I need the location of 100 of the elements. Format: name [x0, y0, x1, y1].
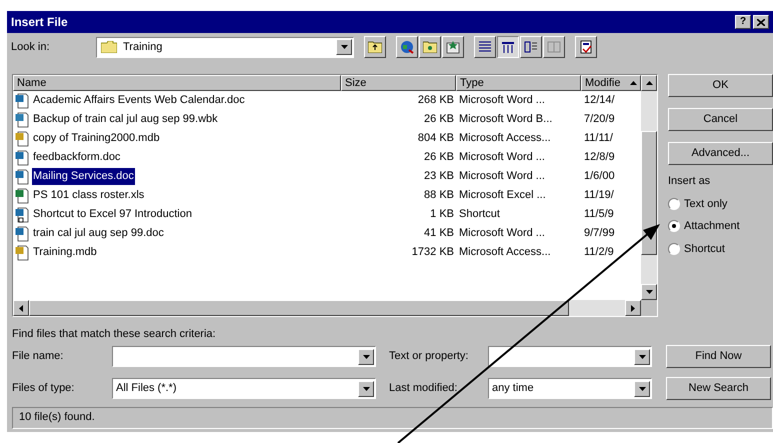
document-file-icon	[15, 92, 29, 108]
radio-button[interactable]	[668, 198, 680, 210]
favorites-folder-icon[interactable]	[442, 36, 464, 58]
close-button[interactable]	[753, 15, 769, 29]
file-name[interactable]: copy of Training2000.mdb	[32, 130, 161, 147]
group-label: Insert as	[668, 174, 712, 189]
caret-up-icon	[646, 81, 652, 85]
file-name[interactable]: Backup of train cal jul aug sep 99.wbk	[32, 111, 219, 128]
caret-down-icon	[638, 386, 646, 390]
properties-view-icon[interactable]	[520, 36, 542, 58]
file-size: 26 KB	[423, 150, 455, 166]
list-view-icon[interactable]	[474, 36, 496, 58]
radio-button[interactable]	[668, 242, 680, 255]
file-name[interactable]: train cal jul aug sep 99.doc	[32, 225, 165, 242]
caret-down-icon	[362, 386, 370, 390]
file-name[interactable]: Academic Affairs Events Web Calendar.doc	[32, 92, 246, 109]
close-icon	[757, 18, 765, 26]
file-type: Microsoft Access...	[458, 131, 552, 146]
file-name[interactable]: Mailing Services.doc	[32, 168, 135, 185]
caret-left-icon	[19, 304, 23, 312]
dropdown-arrow-button[interactable]	[634, 348, 650, 364]
caret-right-icon	[631, 304, 635, 312]
look-in-value: Training	[123, 40, 162, 55]
file-name-label: File name:	[12, 349, 64, 364]
text-or-property-label: Text or property:	[388, 349, 470, 364]
radio-button[interactable]	[668, 220, 680, 232]
search-criteria-heading: Find files that match these search criteria:	[12, 327, 217, 342]
file-type: Shortcut	[458, 207, 501, 222]
file-modified: 11/2/9	[583, 245, 615, 260]
dropdown-arrow-button[interactable]	[358, 380, 374, 396]
file-name-field[interactable]	[112, 346, 376, 367]
file-modified: 7/20/9	[583, 112, 616, 128]
file-type: Microsoft Word ...	[458, 93, 546, 108]
file-size: 41 KB	[423, 226, 455, 242]
dialog-button[interactable]: OK	[668, 74, 773, 97]
find-now-button[interactable]: Find Now	[666, 345, 771, 368]
window-title: Insert File	[11, 14, 68, 31]
sort-up-icon	[630, 81, 637, 85]
document-file-icon	[15, 150, 29, 166]
vertical-scrollbar[interactable]	[641, 75, 657, 300]
document-file-icon	[15, 206, 29, 222]
file-size: 88 KB	[423, 188, 455, 204]
files-of-type-dropdown[interactable]: All Files (*.*)	[112, 378, 376, 399]
caret-down-icon	[340, 45, 348, 49]
file-size: 26 KB	[423, 112, 455, 128]
caret-down-icon	[646, 290, 652, 294]
dialog-button[interactable]: Cancel	[668, 108, 773, 131]
file-modified: 9/7/99	[583, 226, 616, 242]
new-folder-icon[interactable]	[419, 36, 441, 58]
file-name[interactable]: feedbackform.doc	[32, 149, 122, 166]
column-header[interactable]: Size	[341, 75, 456, 91]
file-size: 1 KB	[429, 207, 455, 222]
file-type: Microsoft Word B...	[458, 112, 554, 128]
help-button[interactable]: ?	[735, 15, 751, 29]
dropdown-arrow-button[interactable]	[358, 348, 374, 364]
scroll-up-button[interactable]	[641, 75, 657, 91]
preview-view-icon[interactable]	[543, 36, 565, 58]
look-in-label: Look in:	[11, 40, 51, 55]
caret-down-icon	[638, 354, 646, 358]
last-modified-dropdown[interactable]: any time	[488, 378, 652, 399]
details-view-icon[interactable]	[497, 36, 519, 58]
file-name[interactable]: Shortcut to Excel 97 Introduction	[32, 206, 193, 223]
look-in-dropdown[interactable]: Training	[96, 36, 354, 58]
file-modified: 12/8/9	[583, 150, 616, 166]
text-or-property-field[interactable]	[488, 346, 652, 367]
file-size: 268 KB	[416, 93, 455, 108]
folder-up-icon[interactable]	[364, 36, 386, 58]
file-modified: 11/11/	[583, 131, 614, 146]
file-name[interactable]: PS 101 class roster.xls	[32, 187, 146, 204]
file-modified: 11/19/	[583, 188, 615, 204]
file-type: Microsoft Access...	[458, 245, 552, 260]
file-type: Microsoft Excel ...	[458, 188, 547, 204]
radio-option[interactable]: Attachment	[668, 218, 773, 234]
last-modified-label: Last modified:	[388, 381, 458, 396]
document-file-icon	[15, 112, 29, 128]
file-size: 23 KB	[423, 169, 455, 184]
new-search-button[interactable]: New Search	[666, 377, 771, 400]
column-header[interactable]: Type	[456, 75, 581, 91]
document-file-icon	[15, 226, 29, 242]
tools-icon[interactable]	[575, 36, 597, 58]
dialog-button[interactable]: Advanced...	[668, 142, 773, 165]
dropdown-arrow-button[interactable]	[634, 380, 650, 396]
column-header[interactable]: Modifie	[581, 75, 641, 91]
caret-down-icon	[362, 354, 370, 358]
column-header[interactable]: Name	[13, 75, 341, 91]
file-modified: 1/6/00	[583, 169, 616, 184]
file-modified: 12/14/	[583, 93, 616, 108]
file-modified: 11/5/9	[583, 207, 615, 222]
globe-icon[interactable]	[396, 36, 418, 58]
file-name[interactable]: Training.mdb	[32, 244, 98, 261]
horizontal-scrollbar[interactable]	[13, 300, 657, 316]
radio-option[interactable]: Shortcut	[668, 240, 773, 257]
dropdown-arrow-button[interactable]	[336, 39, 352, 55]
status-text: 10 file(s) found.	[19, 410, 95, 426]
folder-icon	[101, 41, 117, 53]
radio-option[interactable]: Text only	[668, 196, 773, 212]
document-file-icon	[15, 168, 29, 184]
file-type: Microsoft Word ...	[458, 226, 546, 242]
files-of-type-label: Files of type:	[12, 381, 76, 396]
file-type: Microsoft Word ...	[458, 169, 546, 184]
